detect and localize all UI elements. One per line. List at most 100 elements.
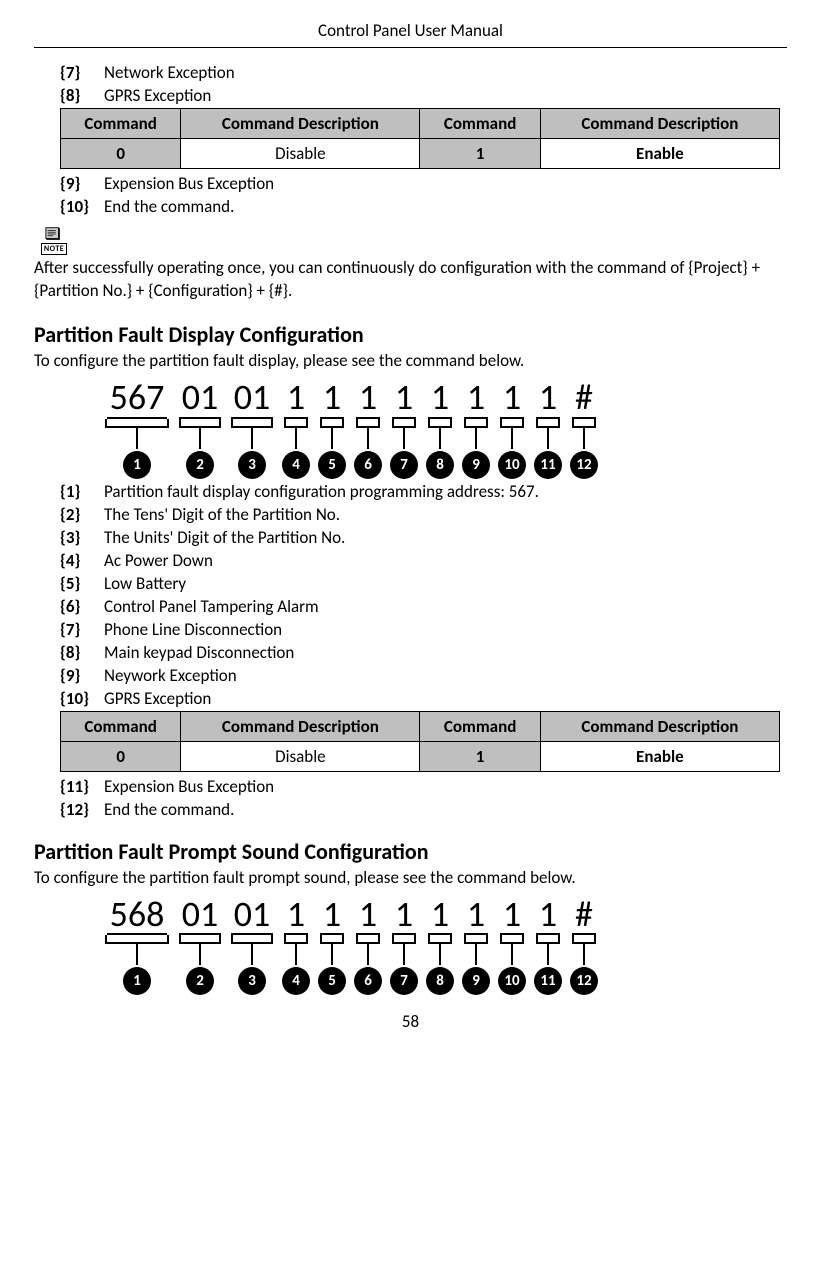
list-item: {2}The Tens' Digit of the Partition No.	[60, 504, 787, 525]
page: Control Panel User Manual {7}Network Exc…	[0, 0, 821, 1042]
item-number: {9}	[60, 173, 104, 194]
item-number: {7}	[60, 619, 104, 640]
list-item: {12}End the command.	[60, 799, 787, 820]
bracket-icon	[463, 935, 489, 969]
item-text: GPRS Exception	[104, 688, 787, 709]
bracket-icon	[319, 419, 345, 453]
bracket-icon	[463, 419, 489, 453]
digit-group: 1 5	[318, 896, 346, 996]
item-text: Low Battery	[104, 573, 787, 594]
bracket-icon	[427, 935, 453, 969]
digit-group: 1 6	[354, 896, 382, 996]
list-item: {8}Main keypad Disconnection	[60, 642, 787, 663]
section-intro-sound: To configure the partition fault prompt …	[34, 867, 787, 888]
digit-text: 01	[179, 896, 222, 936]
item-number: {11}	[60, 776, 104, 797]
item-text: Phone Line Disconnection	[104, 619, 787, 640]
list-item: {4}Ac Power Down	[60, 550, 787, 571]
digit-text: 1	[284, 896, 308, 936]
item-text: Expension Bus Exception	[104, 173, 787, 194]
reference-circle: 10	[498, 967, 526, 995]
reference-circle: 4	[282, 451, 310, 479]
command-table-2: Command Command Description Command Comm…	[60, 711, 780, 772]
reference-circle: 6	[354, 967, 382, 995]
page-number: 58	[34, 1011, 787, 1032]
digit-group: 567 1	[104, 379, 170, 479]
command-diagram-568: 568 101 201 31 41 51 61 71 81 91 101 11#…	[104, 896, 787, 996]
note-icon	[45, 226, 63, 242]
reference-circle: 9	[462, 451, 490, 479]
reference-circle: 1	[123, 451, 151, 479]
post-table1-list: {9}Expension Bus Exception{10}End the co…	[34, 173, 787, 217]
digit-group: 1 6	[354, 379, 382, 479]
digit-group: 1 7	[390, 896, 418, 996]
th: Command Description	[181, 711, 420, 741]
bracket-icon	[535, 419, 561, 453]
section-heading-display: Partition Fault Display Configuration	[34, 321, 787, 348]
item-number: {3}	[60, 527, 104, 548]
item-number: {12}	[60, 799, 104, 820]
digit-group: 1 10	[498, 379, 526, 479]
item-number: {9}	[60, 665, 104, 686]
item-number: {10}	[60, 196, 104, 217]
list-item: {8}GPRS Exception	[60, 85, 787, 106]
item-text: GPRS Exception	[104, 85, 787, 106]
digit-text: 1	[428, 379, 452, 419]
td: 1	[420, 139, 540, 169]
list-item: {10}End the command.	[60, 196, 787, 217]
digit-text: 1	[320, 896, 344, 936]
bracket-icon	[230, 419, 274, 453]
item-number: {10}	[60, 688, 104, 709]
digit-text: 1	[356, 896, 380, 936]
digit-group: 1 11	[534, 896, 562, 996]
digit-text: 1	[500, 896, 524, 936]
digit-group: 01 3	[230, 379, 274, 479]
reference-circle: 2	[186, 967, 214, 995]
item-number: {8}	[60, 642, 104, 663]
digit-group: 1 4	[282, 379, 310, 479]
item-number: {1}	[60, 481, 104, 502]
digit-text: 567	[107, 379, 168, 419]
bracket-icon	[571, 935, 597, 969]
td: 0	[61, 139, 181, 169]
digit-group: 1 9	[462, 379, 490, 479]
command-diagram-567: 567 101 201 31 41 51 61 71 81 91 101 11#…	[104, 379, 787, 479]
td: Enable	[540, 741, 779, 771]
digit-group: 1 7	[390, 379, 418, 479]
digit-text: 568	[107, 896, 168, 936]
digit-group: 1 5	[318, 379, 346, 479]
th: Command	[61, 109, 181, 139]
item-text: End the command.	[104, 196, 787, 217]
list-item: {9}Neywork Exception	[60, 665, 787, 686]
item-text: The Tens' Digit of the Partition No.	[104, 504, 787, 525]
reference-circle: 2	[186, 451, 214, 479]
top-list: {7}Network Exception{8}GPRS Exception	[34, 62, 787, 106]
digit-text: 1	[536, 379, 560, 419]
bracket-icon	[319, 935, 345, 969]
digit-group: 1 4	[282, 896, 310, 996]
list-item: {1}Partition fault display configuration…	[60, 481, 787, 502]
reference-circle: 7	[390, 967, 418, 995]
td: 0	[61, 741, 181, 771]
list-item: {11}Expension Bus Exception	[60, 776, 787, 797]
digit-text: 1	[320, 379, 344, 419]
digit-text: 01	[179, 379, 222, 419]
digit-text: 1	[392, 379, 416, 419]
list-item: {7}Phone Line Disconnection	[60, 619, 787, 640]
digit-text: 1	[284, 379, 308, 419]
bracket-icon	[178, 419, 222, 453]
reference-circle: 3	[238, 967, 266, 995]
bracket-icon	[283, 419, 309, 453]
bracket-icon	[391, 935, 417, 969]
digit-group: 1 10	[498, 896, 526, 996]
digit-text: 1	[428, 896, 452, 936]
reference-circle: 1	[123, 967, 151, 995]
digit-group: # 12	[570, 896, 598, 996]
reference-circle: 12	[570, 967, 598, 995]
reference-circle: 9	[462, 967, 490, 995]
note-label: NOTE	[41, 243, 67, 255]
bracket-icon	[571, 419, 597, 453]
item-text: Network Exception	[104, 62, 787, 83]
digit-text: 1	[392, 896, 416, 936]
bracket-icon	[283, 935, 309, 969]
